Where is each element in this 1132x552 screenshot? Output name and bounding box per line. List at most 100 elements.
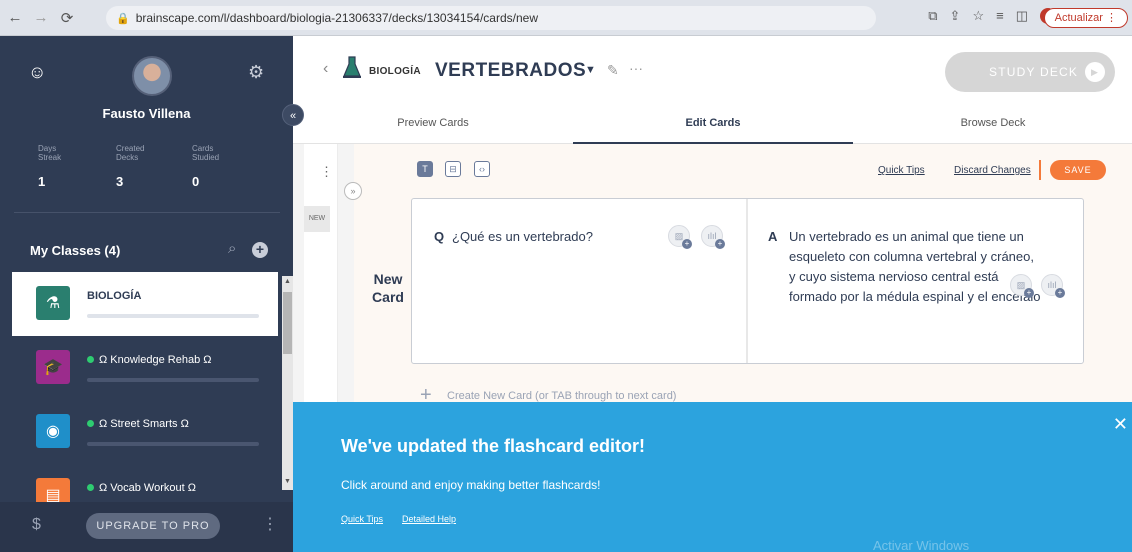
add-class-icon[interactable]: + (252, 242, 268, 258)
class-name-text: Ω Knowledge Rehab Ω (99, 354, 212, 366)
question-field[interactable]: ¿Qué es un vertebrado? (452, 229, 593, 244)
chevron-down-icon[interactable]: ▼ (585, 64, 596, 76)
answer-field[interactable]: Un vertebrado es un animal que tiene un … (789, 227, 1041, 307)
more-vertical-icon[interactable]: ⋮ (262, 514, 278, 534)
sidebar-footer: $ UPGRADE TO PRO ⋮ (0, 502, 293, 552)
reload-icon[interactable]: ⟳ (56, 7, 78, 29)
deck-header: ‹ BIOLOGÍA VERTEBRADOS ▼ ✎ ··· STUDY DEC… (293, 36, 1132, 108)
gear-icon[interactable]: ⚙ (248, 62, 264, 83)
banner-title: We've updated the flashcard editor! (341, 436, 646, 456)
class-item-biologia[interactable]: ⚗ BIOLOGÍA (12, 272, 278, 336)
close-icon[interactable]: ✕ (1113, 414, 1128, 435)
stat-value: 0 (192, 174, 200, 189)
book-icon: ▤ (36, 478, 70, 502)
stat-value: 3 (116, 174, 124, 189)
browser-toolbar: ← → ⟳ 🔒 brainscape.com/l/dashboard/biolo… (0, 0, 1132, 36)
bookmark-star-icon[interactable]: ☆ (972, 8, 984, 24)
save-button[interactable]: SAVE (1050, 160, 1106, 180)
tab-preview-cards[interactable]: Preview Cards (293, 108, 573, 144)
add-image-icon[interactable]: ▨ + (668, 225, 692, 249)
add-audio-icon[interactable]: ılıl + (1041, 274, 1065, 298)
class-name: Ω Knowledge Rehab Ω (87, 354, 211, 366)
class-item-street-smarts[interactable]: ◉ Ω Street Smarts Ω (12, 400, 278, 464)
forward-arrow-icon[interactable]: → (30, 7, 52, 29)
sidebar-divider (14, 212, 280, 213)
share-icon[interactable]: ⇪ (950, 8, 961, 24)
lock-icon: 🔒 (116, 12, 130, 25)
quick-tips-link[interactable]: Quick Tips (341, 514, 383, 524)
card-gutter (304, 144, 338, 402)
detailed-help-link[interactable]: Detailed Help (402, 514, 456, 524)
editor-tabs: Preview Cards Edit Cards Browse Deck (293, 108, 1132, 144)
back-arrow-icon[interactable]: ← (4, 7, 26, 29)
classes-title: My Classes (4) (30, 243, 121, 258)
class-item-vocab-workout[interactable]: ▤ Ω Vocab Workout Ω (12, 464, 278, 502)
browser-actions: ⧉ ⇪ ☆ ≡ ◫ (928, 8, 1056, 24)
update-button[interactable]: Actualizar ⋮ (1043, 8, 1128, 28)
more-horizontal-icon[interactable]: ··· (629, 60, 643, 76)
url-text: brainscape.com/l/dashboard/biologia-2130… (135, 11, 538, 25)
user-stats: Days Streak 1 Created Decks 3 Cards Stud… (0, 144, 293, 208)
quick-tips-link[interactable]: Quick Tips (878, 165, 925, 176)
stat-label: Days Streak (38, 144, 62, 162)
side-panel-icon[interactable]: ◫ (1016, 8, 1028, 24)
stat-value: 1 (38, 174, 46, 189)
brainscape-logo-icon[interactable]: ☺ (28, 62, 46, 83)
flask-icon: ⚗ (36, 286, 70, 320)
class-name: BIOLOGÍA (87, 290, 142, 302)
scroll-up-icon[interactable]: ▲ (283, 278, 292, 288)
address-bar[interactable]: 🔒 brainscape.com/l/dashboard/biologia-21… (106, 6, 876, 30)
study-deck-label: STUDY DECK (989, 65, 1079, 79)
user-name: Fausto Villena (102, 106, 191, 121)
stat-cards-studied: Cards Studied 0 (192, 144, 228, 189)
pencil-icon[interactable]: ✎ (607, 62, 619, 79)
divider (1039, 160, 1041, 180)
active-dot-icon (87, 484, 94, 491)
new-card-tag: NEW (304, 206, 330, 232)
translate-icon[interactable]: ⧉ (928, 8, 937, 24)
page-title[interactable]: VERTEBRADOS (435, 60, 586, 82)
scrollbar-thumb[interactable] (283, 292, 292, 354)
flask-icon (343, 56, 361, 78)
class-progress-bar (87, 442, 259, 446)
new-card-label: New Card (372, 271, 404, 305)
class-progress-bar (87, 378, 259, 382)
code-icon[interactable]: ‹› (474, 161, 490, 177)
windows-watermark: Activar Windows (873, 538, 970, 552)
create-new-card-link[interactable]: Create New Card (or TAB through to next … (447, 390, 676, 402)
stat-label: Created Decks (116, 144, 145, 162)
stat-days-streak: Days Streak 1 (38, 144, 68, 189)
chevron-left-icon[interactable]: ‹ (323, 60, 328, 78)
tab-browse-deck[interactable]: Browse Deck (853, 108, 1132, 144)
play-icon: ▶ (1085, 62, 1105, 82)
class-name-text: Ω Street Smarts Ω (99, 418, 189, 430)
active-dot-icon (87, 356, 94, 363)
answer-letter: A (768, 229, 778, 244)
stat-created-decks: Created Decks 3 (116, 144, 156, 189)
breadcrumb-class[interactable]: BIOLOGÍA (369, 66, 421, 77)
avatar[interactable] (132, 56, 172, 96)
class-item-knowledge-rehab[interactable]: 🎓 Ω Knowledge Rehab Ω (12, 336, 278, 400)
study-deck-button[interactable]: STUDY DECK ▶ (945, 52, 1115, 92)
layout-icon[interactable]: ⊟ (445, 161, 461, 177)
expand-icon[interactable]: » (344, 182, 362, 200)
reading-list-icon[interactable]: ≡ (996, 8, 1004, 24)
search-icon[interactable]: ⌕ (228, 240, 236, 257)
add-audio-icon[interactable]: ılıl + (701, 225, 725, 249)
sidebar: ☺ ⚙ Fausto Villena Days Streak 1 Created… (0, 36, 293, 552)
more-vertical-icon[interactable]: ⋮ (320, 164, 333, 180)
scroll-down-icon[interactable]: ▼ (283, 478, 292, 488)
collapse-sidebar-button[interactable]: « (282, 104, 304, 126)
graduation-cap-icon: 🎓 (36, 350, 70, 384)
banner-subtitle: Click around and enjoy making better fla… (341, 478, 601, 492)
add-image-icon[interactable]: ▨ + (1010, 274, 1034, 298)
dollar-icon[interactable]: $ (32, 516, 41, 534)
text-format-icon[interactable]: T (417, 161, 433, 177)
editor-update-banner: We've updated the flashcard editor! Clic… (293, 402, 1132, 552)
tab-edit-cards[interactable]: Edit Cards (573, 108, 853, 144)
class-name-text: Ω Vocab Workout Ω (99, 482, 196, 494)
brain-glasses-icon: ◉ (36, 414, 70, 448)
discard-changes-link[interactable]: Discard Changes (954, 165, 1031, 176)
upgrade-button[interactable]: UPGRADE TO PRO (86, 513, 220, 539)
class-name: Ω Vocab Workout Ω (87, 482, 196, 494)
